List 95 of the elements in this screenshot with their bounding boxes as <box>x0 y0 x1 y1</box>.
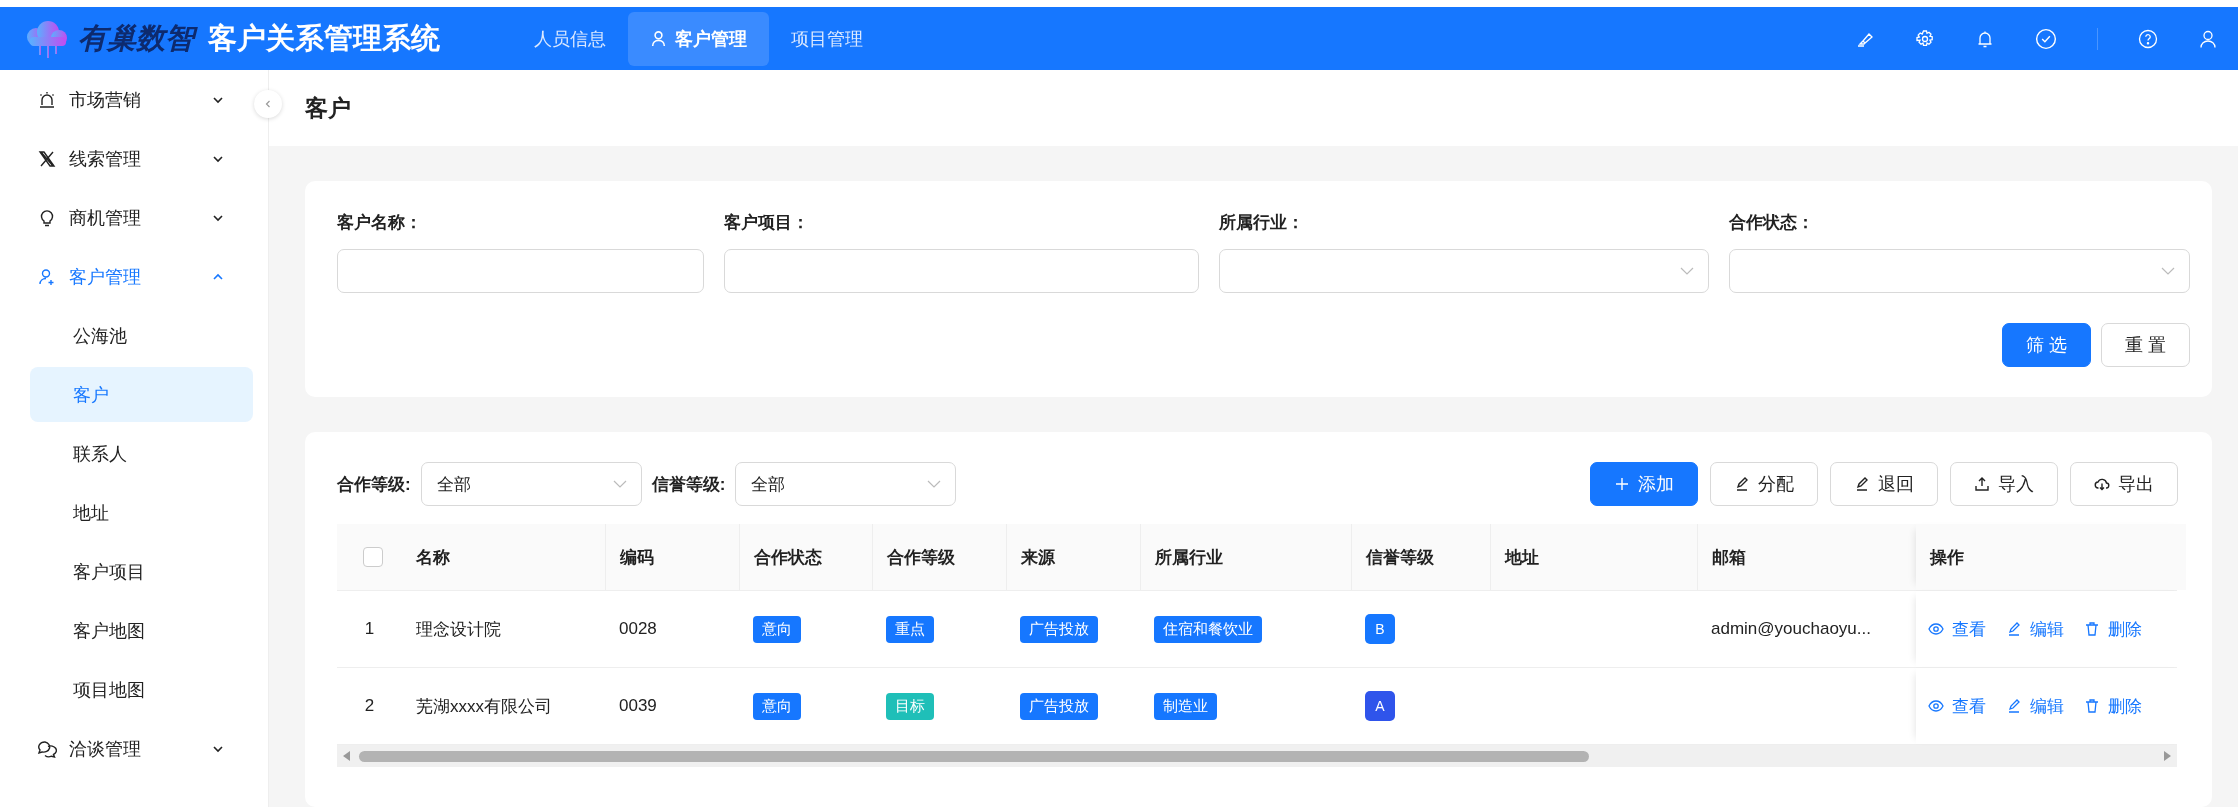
column-header: 合作状态 <box>754 546 822 569</box>
scroll-left-icon[interactable] <box>343 751 351 761</box>
chevron-down-icon <box>1680 267 1694 275</box>
view-link[interactable]: 查看 <box>1928 617 1986 641</box>
trash-icon <box>2084 621 2100 637</box>
alarm-lamp-icon <box>37 89 57 110</box>
tag: 重点 <box>886 615 934 643</box>
credit-badge: A <box>1365 691 1395 721</box>
trash-icon <box>2084 698 2100 714</box>
help-icon[interactable] <box>2138 28 2158 49</box>
table-cell-text: 芜湖xxxx有限公司 <box>416 695 552 718</box>
row-number: 2 <box>364 696 375 716</box>
sidebar-group[interactable]: 商机管理 <box>0 188 248 247</box>
column-header: 操作 <box>1930 546 1964 569</box>
user-plus-icon <box>37 266 57 287</box>
filter-label: 合作等级: <box>337 473 411 496</box>
field-label: 所属行业： <box>1219 212 1305 234</box>
checkbox[interactable] <box>363 547 383 567</box>
reset-button[interactable]: 重置 <box>2101 323 2190 367</box>
app-title: 客户关系管理系统 <box>208 20 440 56</box>
sidebar-group[interactable]: 线索管理 <box>0 129 248 188</box>
select-field[interactable]: 全部 <box>735 462 957 506</box>
credit-badge: B <box>1365 614 1395 644</box>
horizontal-scrollbar[interactable] <box>337 745 2177 767</box>
column-header: 名称 <box>416 546 450 569</box>
tag: 广告投放 <box>1020 615 1098 643</box>
view-link[interactable]: 查看 <box>1928 694 1986 718</box>
column-header: 邮箱 <box>1712 546 1746 569</box>
table-cell: 0039 <box>619 696 657 716</box>
cloud-download-icon <box>2094 476 2110 492</box>
eye-icon <box>1928 698 1944 714</box>
table-cell: admin@youchaoyu... <box>1711 619 1871 639</box>
plus-icon <box>1614 476 1630 492</box>
input-field[interactable] <box>337 249 704 293</box>
column-header: 信誉等级 <box>1366 546 1434 569</box>
chevron-left-icon <box>263 99 273 109</box>
column-header: 所属行业 <box>1155 546 1223 569</box>
toolbar-button[interactable]: 分配 <box>1710 462 1818 506</box>
input-field[interactable] <box>724 249 1199 293</box>
sidebar-group[interactable]: 市场营销 <box>0 70 248 129</box>
column-header: 编码 <box>620 546 654 569</box>
tag: 意向 <box>753 692 801 720</box>
page-title: 客户 <box>305 93 351 123</box>
column-header: 地址 <box>1505 546 1539 569</box>
tag: 目标 <box>886 692 934 720</box>
sidebar-item[interactable]: 公海池 <box>30 308 253 363</box>
eye-icon <box>1928 621 1944 637</box>
sidebar-item[interactable]: 客户 <box>30 367 253 422</box>
sidebar-item[interactable]: 地址 <box>30 485 253 540</box>
user-icon[interactable] <box>2198 28 2218 49</box>
column-header: 合作等级 <box>887 546 955 569</box>
settings-icon[interactable] <box>1915 28 1935 49</box>
pen-icon <box>1734 476 1750 492</box>
tag: 住宿和餐饮业 <box>1154 615 1262 643</box>
filter-label: 信誉等级: <box>651 473 726 496</box>
sidebar-item[interactable]: 客户地图 <box>30 603 253 658</box>
select-field[interactable] <box>1219 249 1709 293</box>
table-cell: 0028 <box>619 619 657 639</box>
tag: 广告投放 <box>1020 692 1098 720</box>
pen-icon <box>2006 621 2022 637</box>
filter-button[interactable]: 筛选 <box>2002 323 2091 367</box>
tag: 意向 <box>753 615 801 643</box>
field-label: 客户名称： <box>337 212 423 234</box>
chevron-down-icon <box>927 480 942 488</box>
pen-icon <box>1854 476 1870 492</box>
edit-link[interactable]: 编辑 <box>2006 694 2064 718</box>
field-label: 客户项目： <box>724 212 810 234</box>
tag: 制造业 <box>1154 692 1217 720</box>
row-number: 1 <box>364 619 375 639</box>
delete-link[interactable]: 删除 <box>2084 617 2142 641</box>
scroll-right-icon[interactable] <box>2163 751 2171 761</box>
upload-icon <box>1974 476 1990 492</box>
x-icon <box>37 148 57 169</box>
sidebar-item[interactable]: 客户项目 <box>30 544 253 599</box>
sidebar-group[interactable]: 洽谈管理 <box>0 719 248 778</box>
toolbar-button[interactable]: 添加 <box>1590 462 1698 506</box>
table-cell-text: 理念设计院 <box>416 618 501 641</box>
user-icon <box>650 30 667 47</box>
toolbar-button[interactable]: 退回 <box>1830 462 1938 506</box>
delete-link[interactable]: 删除 <box>2084 694 2142 718</box>
check-circle-icon[interactable] <box>2035 27 2057 50</box>
pen-icon <box>2006 698 2022 714</box>
select-field[interactable]: 全部 <box>420 462 642 506</box>
field-label: 合作状态： <box>1729 212 1815 234</box>
toolbar-button[interactable]: 导出 <box>2070 462 2178 506</box>
chat-bubbles-icon <box>37 738 57 759</box>
chevron-down-icon <box>612 480 627 488</box>
select-field[interactable] <box>1729 249 2190 293</box>
edit-link[interactable]: 编辑 <box>2006 617 2064 641</box>
sidebar-item[interactable]: 项目地图 <box>30 662 253 717</box>
chevron-down-icon <box>2161 267 2175 275</box>
sidebar-item[interactable]: 联系人 <box>30 426 253 481</box>
toolbar-button[interactable]: 导入 <box>1950 462 2058 506</box>
column-header: 来源 <box>1021 546 1055 569</box>
sidebar-group[interactable]: 客户管理 <box>0 247 248 306</box>
